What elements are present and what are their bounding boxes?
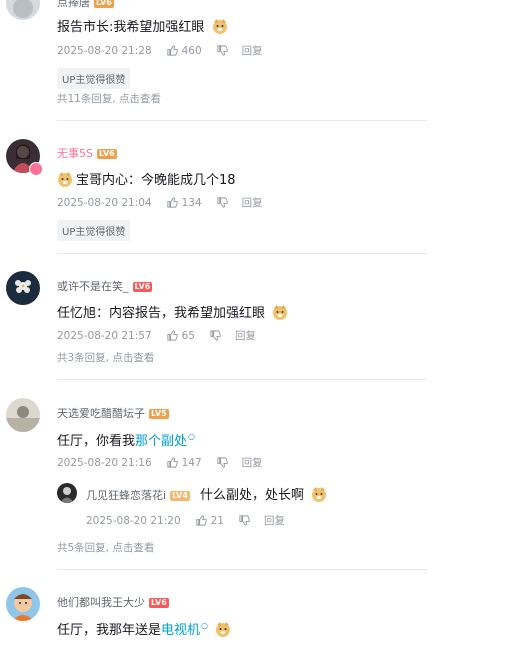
- username[interactable]: 或许不是在笑_ LV6: [57, 278, 153, 294]
- reply-button[interactable]: 回复: [242, 43, 263, 58]
- avatar-image: [13, 0, 33, 18]
- comment-text: 任忆旭：内容报告，我希望加强红眼: [57, 302, 288, 321]
- thumb-down-icon: [239, 515, 250, 526]
- comment-text: 宝哥内心：今晚能成几个18: [57, 169, 236, 188]
- search-icon: ○: [188, 432, 196, 441]
- dislike-button[interactable]: [209, 329, 225, 342]
- dislike-button[interactable]: [216, 44, 232, 57]
- avatar[interactable]: [6, 0, 40, 20]
- reply-button[interactable]: 回复: [235, 328, 256, 343]
- like-count: 460: [181, 44, 202, 57]
- level-badge: LV4: [170, 491, 190, 501]
- comment-meta: 2025-08-20 21:04 134 回复: [57, 195, 263, 210]
- username-text: 几见狂蜂恋落花i: [86, 489, 167, 502]
- like-count: 134: [181, 196, 202, 209]
- dislike-button[interactable]: [238, 514, 254, 527]
- comment-text-body: 任厅，我那年送是: [57, 623, 162, 638]
- view-replies-link[interactable]: 共5条回复, 点击查看: [57, 540, 154, 555]
- avatar-image: [60, 487, 74, 503]
- avatar[interactable]: [6, 271, 40, 305]
- username[interactable]: 点捧唐 LV6: [57, 0, 114, 10]
- divider: [57, 379, 427, 380]
- vip-badge: [29, 162, 43, 176]
- username-text: 点捧唐: [57, 0, 90, 9]
- level-badge: LV6: [94, 0, 114, 8]
- divider: [57, 569, 427, 570]
- comment-meta: 2025-08-20 21:28 460 回复: [57, 43, 263, 58]
- timestamp: 2025-08-20 21:28: [57, 44, 152, 57]
- like-button[interactable]: 65: [166, 329, 195, 342]
- level-badge: LV6: [149, 598, 169, 608]
- like-button[interactable]: 460: [166, 44, 202, 57]
- thumb-up-icon: [167, 330, 178, 341]
- timestamp: 2025-08-20 21:20: [86, 514, 181, 527]
- username-text: 无事5S: [57, 147, 93, 160]
- thumb-down-icon: [210, 330, 221, 341]
- like-button[interactable]: 21: [195, 514, 224, 527]
- doge-emoji-icon: [212, 19, 227, 34]
- sub-reply-meta: 2025-08-20 21:20 21 回复: [86, 513, 285, 528]
- like-count: 147: [181, 456, 202, 469]
- sub-reply-username[interactable]: 几见狂蜂恋落花i LV4: [86, 487, 190, 503]
- comment-text-body: 报告市长:我希望加强红眼: [57, 20, 205, 35]
- level-badge: LV6: [132, 282, 153, 292]
- username[interactable]: 无事5S LV6: [57, 145, 117, 161]
- view-replies-link[interactable]: 共3条回复, 点击查看: [57, 350, 154, 365]
- comment-text-body: 什么副处，处长啊: [200, 488, 305, 503]
- username-text: 他们都叫我王大少: [57, 596, 145, 609]
- dislike-button[interactable]: [216, 456, 232, 469]
- like-button[interactable]: 147: [166, 456, 202, 469]
- username-text: 或许不是在笑_: [57, 280, 129, 293]
- comment-text-body: 宝哥内心：今晚能成几个18: [76, 173, 236, 188]
- timestamp: 2025-08-20 21:16: [57, 456, 152, 469]
- doge-emoji-icon: [312, 487, 327, 502]
- username-text: 天选爱吃醋醋坛子: [57, 407, 145, 420]
- like-button[interactable]: 134: [166, 196, 202, 209]
- reply-button[interactable]: 回复: [242, 195, 263, 210]
- avatar[interactable]: [6, 398, 40, 432]
- thumb-up-icon: [196, 515, 207, 526]
- sub-reply-text: 什么副处，处长啊: [200, 484, 327, 503]
- doge-emoji-icon: [216, 622, 231, 637]
- thumb-down-icon: [217, 457, 228, 468]
- like-count: 21: [210, 514, 224, 527]
- like-count: 65: [181, 329, 195, 342]
- search-link[interactable]: 那个副处: [135, 434, 187, 449]
- up-liked-badge: UP主觉得很赞: [57, 68, 131, 89]
- divider: [57, 120, 427, 121]
- avatar[interactable]: [6, 587, 40, 621]
- avatar-image: [6, 406, 40, 432]
- doge-emoji-icon: [273, 305, 288, 320]
- comment-text-body: 任忆旭：内容报告，我希望加强红眼: [57, 306, 266, 321]
- thumb-down-icon: [217, 197, 228, 208]
- reply-button[interactable]: 回复: [264, 513, 285, 528]
- username[interactable]: 天选爱吃醋醋坛子 LV5: [57, 405, 169, 421]
- up-liked-badge: UP主觉得很赞: [57, 220, 131, 241]
- timestamp: 2025-08-20 21:04: [57, 196, 152, 209]
- search-icon: ○: [201, 621, 209, 630]
- comment-text-body: 任厅，你看我: [57, 434, 136, 449]
- thumb-up-icon: [167, 45, 178, 56]
- username[interactable]: 他们都叫我王大少 LV6: [57, 594, 169, 610]
- doge-emoji-icon: [58, 172, 72, 187]
- thumb-down-icon: [217, 45, 228, 56]
- comment-meta: 2025-08-20 21:57 65 回复: [57, 328, 256, 343]
- view-replies-link[interactable]: 共11条回复, 点击查看: [57, 91, 161, 106]
- avatar-image: [12, 594, 34, 621]
- level-badge: LV5: [149, 409, 169, 419]
- thumb-up-icon: [167, 197, 178, 208]
- search-link[interactable]: 电视机: [161, 623, 200, 638]
- comment-text: 任厅，我那年送是电视机○: [57, 619, 231, 638]
- timestamp: 2025-08-20 21:57: [57, 329, 152, 342]
- comment-text: 报告市长:我希望加强红眼: [57, 16, 228, 35]
- avatar-image: [15, 280, 31, 293]
- level-badge: LV6: [96, 149, 117, 159]
- reply-button[interactable]: 回复: [242, 455, 263, 470]
- comment-meta: 2025-08-20 21:16 147 回复: [57, 455, 263, 470]
- thumb-up-icon: [167, 457, 178, 468]
- divider: [57, 253, 427, 254]
- dislike-button[interactable]: [216, 196, 232, 209]
- sub-reply-avatar[interactable]: [57, 483, 77, 503]
- comment-text: 任厅，你看我那个副处○: [57, 430, 195, 449]
